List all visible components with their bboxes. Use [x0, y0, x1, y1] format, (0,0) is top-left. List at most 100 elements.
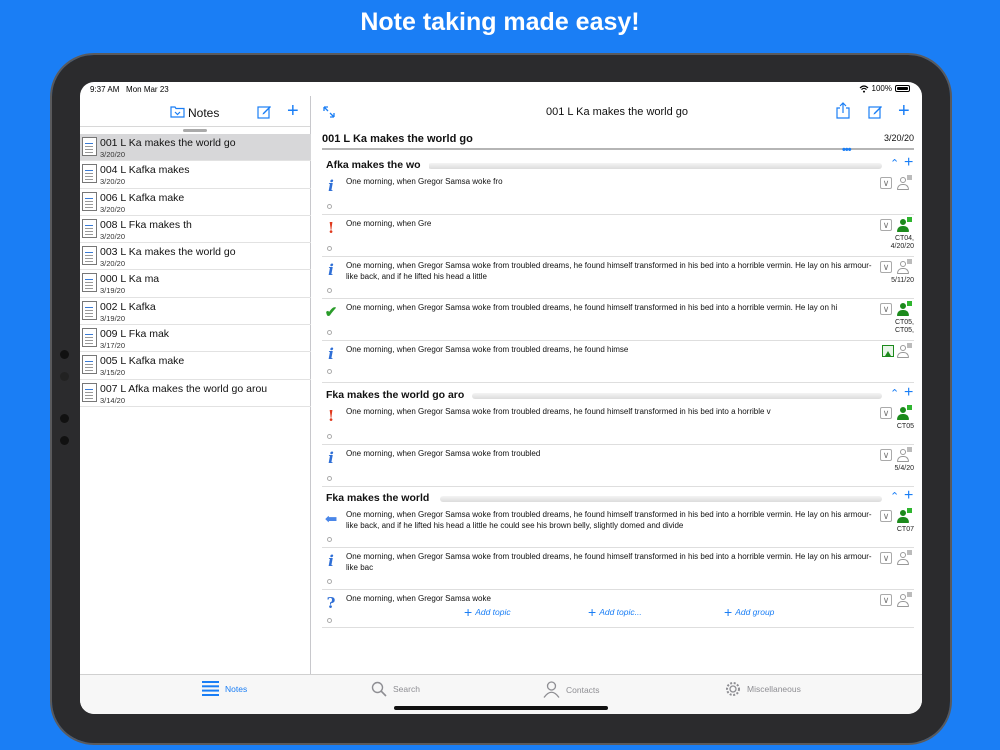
paperclip-icon[interactable]: ∨ [880, 303, 892, 315]
info-icon[interactable]: i [322, 449, 340, 469]
paperclip-icon[interactable]: ∨ [880, 594, 892, 606]
assignee-icon[interactable] [896, 217, 912, 232]
status-circle-icon[interactable] [327, 330, 332, 335]
paperclip-icon[interactable]: ∨ [880, 510, 892, 522]
note-list-item[interactable]: 005 L Kafka make 3/15/20 [80, 352, 311, 380]
topic-row[interactable]: i One morning, when Gregor Samsa woke fro… [322, 548, 914, 590]
add-to-group-icon[interactable]: + [904, 487, 913, 505]
topic-text: One morning, when Gregor Samsa woke fro [346, 177, 503, 186]
note-list-item[interactable]: 000 L Ka ma 3/19/20 [80, 270, 311, 298]
note-document-icon [82, 382, 97, 402]
status-circle-icon[interactable] [327, 537, 332, 542]
topic-meta-label: CT05 [896, 423, 914, 430]
more-options-icon[interactable]: ••• [842, 144, 852, 156]
topic-row[interactable]: i One morning, when Gregor Samsa woke fro… [322, 257, 914, 299]
note-title: 006 L Kafka make [100, 191, 185, 204]
tab-search[interactable]: Search [371, 681, 420, 697]
add-to-group-icon[interactable]: + [904, 154, 913, 172]
compose-icon[interactable] [257, 104, 272, 119]
info-icon[interactable]: i [322, 177, 340, 197]
home-indicator[interactable] [394, 706, 608, 710]
topic-row[interactable]: ! One morning, when Gregor Samsa woke fro… [322, 403, 914, 445]
collapse-caret-icon[interactable]: ⌃ [890, 490, 899, 503]
compose-icon[interactable] [868, 104, 883, 119]
drag-handle[interactable] [183, 129, 207, 132]
status-circle-icon[interactable] [327, 476, 332, 481]
detail-header: 001 L Ka makes the world go + [312, 96, 922, 127]
document-header: 001 L Ka makes the world go 3/20/20 ••• [322, 128, 914, 156]
group-progress-bar [440, 496, 882, 502]
add-note-button[interactable]: + [287, 101, 299, 121]
topic-text: One morning, when Gregor Samsa woke from… [346, 449, 541, 458]
topic-meta-label: CT04, 4/20/20 [890, 235, 914, 250]
note-list-item[interactable]: 002 L Kafka 3/19/20 [80, 298, 311, 326]
topic-row[interactable]: i One morning, when Gregor Samsa woke fro… [322, 341, 914, 383]
image-attachment-icon[interactable] [882, 345, 894, 357]
assignee-icon[interactable] [896, 592, 912, 607]
note-list-item[interactable]: 004 L Kafka makes 3/20/20 [80, 161, 311, 189]
status-circle-icon[interactable] [327, 369, 332, 374]
topic-row[interactable]: ! One morning, when Gre ∨ CT04, 4/20/20 [322, 215, 914, 257]
note-document-icon [82, 273, 97, 293]
status-circle-icon[interactable] [327, 288, 332, 293]
info-icon[interactable]: i [322, 345, 340, 365]
add-topic-button[interactable]: + Add topic [464, 605, 511, 619]
note-list-item[interactable]: 007 L Afka makes the world go arou 3/14/2… [80, 380, 311, 407]
note-list-item[interactable]: 008 L Fka makes th 3/20/20 [80, 216, 311, 244]
note-list-item[interactable]: 006 L Kafka make 3/20/20 [80, 189, 311, 216]
info-icon[interactable]: i [322, 261, 340, 281]
tab-notes[interactable]: Notes [202, 681, 247, 696]
note-date: 3/20/20 [100, 231, 126, 241]
paperclip-icon[interactable]: ∨ [880, 219, 892, 231]
group-title: Afka makes the wo [326, 159, 429, 171]
add-topic-more-button[interactable]: + Add topic... [588, 605, 642, 619]
add-group-button[interactable]: + Add group [724, 605, 774, 619]
person-icon [543, 681, 560, 698]
assignee-icon[interactable] [896, 405, 912, 420]
exclamation-icon[interactable]: ! [322, 407, 340, 427]
topic-text: One morning, when Gre [346, 219, 432, 228]
status-circle-icon[interactable] [327, 434, 332, 439]
assignee-icon[interactable] [896, 301, 912, 316]
paperclip-icon[interactable]: ∨ [880, 261, 892, 273]
topic-row[interactable]: i One morning, when Gregor Samsa woke fro… [322, 173, 914, 215]
assignee-icon[interactable] [896, 508, 912, 523]
note-list-item[interactable]: 009 L Fka mak 3/17/20 [80, 325, 311, 353]
add-item-button[interactable]: + [898, 101, 910, 121]
status-circle-icon[interactable] [327, 246, 332, 251]
assignee-icon[interactable] [896, 259, 912, 274]
note-date: 3/17/20 [100, 341, 126, 351]
collapse-caret-icon[interactable]: ⌃ [890, 157, 899, 170]
folder-icon[interactable] [170, 105, 185, 118]
note-document-icon [82, 300, 97, 320]
paperclip-icon[interactable]: ∨ [880, 177, 892, 189]
assignee-icon[interactable] [896, 175, 912, 190]
checkmark-icon[interactable]: ✔ [322, 303, 340, 323]
topic-text: One morning, when Gregor Samsa woke from… [346, 510, 872, 530]
topic-row[interactable]: i One morning, when Gregor Samsa woke fro… [322, 445, 914, 487]
back-arrow-icon[interactable]: ⬅ [322, 510, 340, 530]
paperclip-icon[interactable]: ∨ [880, 552, 892, 564]
topic-row[interactable]: ✔ One morning, when Gregor Samsa woke fro… [322, 299, 914, 341]
collapse-caret-icon[interactable]: ⌃ [890, 387, 899, 400]
assignee-icon[interactable] [896, 550, 912, 565]
group-progress-bar [428, 163, 882, 169]
paperclip-icon[interactable]: ∨ [880, 449, 892, 461]
status-circle-icon[interactable] [327, 204, 332, 209]
note-list-item[interactable]: 001 L Ka makes the world go 3/20/20 [80, 134, 311, 162]
add-to-group-icon[interactable]: + [904, 384, 913, 402]
share-icon[interactable] [836, 102, 850, 119]
info-icon[interactable]: i [322, 552, 340, 572]
exclamation-icon[interactable]: ! [322, 219, 340, 239]
tab-contacts[interactable]: Contacts [543, 681, 600, 698]
topic-row[interactable]: ⬅ One morning, when Gregor Samsa woke fro… [322, 506, 914, 548]
app-screen: 9:37 AM Mon Mar 23 100% Notes + 001 L Ka… [80, 82, 922, 714]
tab-miscellaneous[interactable]: Miscellaneous [725, 681, 801, 697]
note-list-item[interactable]: 003 L Ka makes the world go 3/20/20 [80, 243, 311, 271]
assignee-icon[interactable] [896, 343, 912, 358]
headline: Note taking made easy! [360, 8, 640, 36]
paperclip-icon[interactable]: ∨ [880, 407, 892, 419]
status-circle-icon[interactable] [327, 579, 332, 584]
assignee-icon[interactable] [896, 447, 912, 462]
status-bar: 9:37 AM Mon Mar 23 100% [80, 82, 922, 96]
